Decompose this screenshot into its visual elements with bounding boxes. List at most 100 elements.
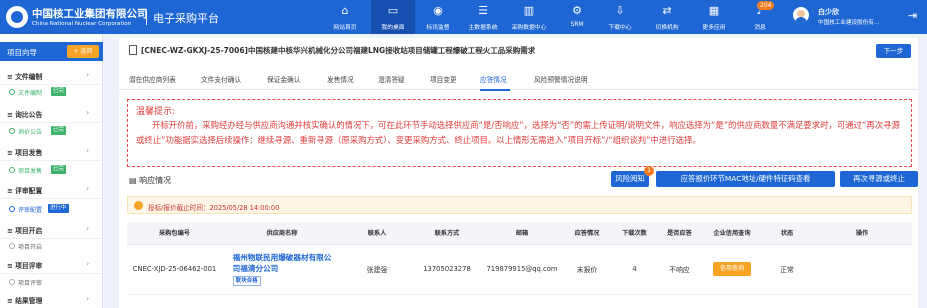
sidebar-group-evaluation[interactable]: ≡ 项目评审 › <box>0 255 103 274</box>
chevron-right-icon: › <box>86 146 90 155</box>
deadline-bar: 投标/报价截止时间：2025/05/28 14:00:00 <box>127 196 912 214</box>
nav-data-center[interactable]: ▥ 采购数据中心 <box>507 0 551 34</box>
resource-or-terminate-button[interactable]: 再次寻源或终止 <box>840 171 918 187</box>
cell-phone: 13705023278 <box>412 244 482 295</box>
col-supplier: 供应商名称 <box>222 222 342 245</box>
tab-deposit[interactable]: 保证金确认 <box>267 74 300 84</box>
tab-bar: 潜在供应商列表 文件支付确认 保证金确认 发售情况 澄清答疑 项目变更 应答情况… <box>119 64 918 91</box>
nav-master-data[interactable]: ☰ 主数据系统 <box>461 0 505 34</box>
home-icon: ⌂ <box>341 4 349 17</box>
response-table: 采购包编号 供应商名称 联系人 联系方式 邮箱 应答情况 下载次数 是否应答 企… <box>127 222 912 295</box>
brand-name-cn: 中国核工业集团有限公司 <box>32 8 148 20</box>
cnnc-logo <box>6 6 28 28</box>
risk-count-badge: 1 <box>644 166 654 176</box>
check-circle-icon <box>9 89 15 95</box>
mac-address-view-button[interactable]: 应答报价环节MAC地址/硬件特征码查看 <box>656 171 835 187</box>
sidebar-item-evaluation[interactable]: 项目评审 <box>0 275 103 289</box>
sidebar-title: 项目向导 <box>7 48 37 57</box>
sidebar-group-review-config[interactable]: ≡ 评审配置 › <box>0 180 103 199</box>
col-operation: 操作 <box>812 222 912 245</box>
col-credit: 企业信用查询 <box>702 222 762 245</box>
tab-sale-status[interactable]: 发售情况 <box>327 74 354 84</box>
chevron-right-icon: › <box>86 294 90 303</box>
tab-risk-warning[interactable]: 风险预警情况说明 <box>534 74 588 84</box>
sidebar: 项目向导 + 返回 ≡ 文件编制 › 文件编制 已完 ≡ 询比公告 › 询价公告 已完 … <box>0 34 103 308</box>
pending-circle-icon <box>9 243 15 249</box>
cell-answered: 不响应 <box>657 244 702 295</box>
sidebar-group-sale[interactable]: ≡ 项目发售 › <box>0 142 103 161</box>
sidebar-header: 项目向导 + 返回 <box>0 42 103 61</box>
deadline-text: 投标/报价截止时间：2025/05/28 14:00:00 <box>148 204 280 212</box>
risk-read-button[interactable]: 风险阅知 <box>611 171 649 187</box>
nav-download[interactable]: ⇩ 下载中心 <box>598 0 642 34</box>
user-org[interactable]: 中国核工业建设股份有… <box>818 18 880 26</box>
list-icon: ▤ <box>129 176 140 185</box>
sidebar-group-file[interactable]: ≡ 文件编制 › <box>0 66 103 85</box>
notice-body: 开标开价前，采购经办经与供应商沟通并核实确认的情况下，可在此环节手动选择供应商“… <box>136 120 900 145</box>
cell-downloads: 4 <box>612 244 657 295</box>
col-status: 状态 <box>762 222 812 245</box>
document-icon <box>129 45 137 55</box>
nav-home[interactable]: ⌂ 网站首页 <box>323 0 367 34</box>
cell-contact: 张建强 <box>342 244 412 295</box>
active-tab-underline <box>480 89 510 91</box>
pending-circle-icon <box>9 279 15 285</box>
page-title: [CNEC-WZ-GKXJ-25-7006]中国核建中核华兴机械化分公司福建LN… <box>141 46 536 55</box>
col-package-no: 采购包编号 <box>127 222 222 245</box>
desktop-icon: ▭ <box>387 4 399 17</box>
chevron-right-icon: › <box>86 224 90 233</box>
sidebar-item-file[interactable]: 文件编制 已完 <box>0 85 103 99</box>
user-name[interactable]: 白少欣 <box>818 7 839 17</box>
sidebar-item-notice[interactable]: 询价公告 已完 <box>0 124 103 138</box>
message-count-badge: 204 <box>757 1 775 10</box>
sidebar-group-opening[interactable]: ≡ 项目开启 › <box>0 220 103 239</box>
nav-srm[interactable]: ⚙ SRM <box>555 0 599 34</box>
header-divider <box>146 10 147 25</box>
check-circle-icon <box>9 167 15 173</box>
chevron-right-icon: › <box>86 70 90 79</box>
notice-title: 温馨提示: <box>136 107 176 117</box>
check-circle-icon <box>9 128 15 134</box>
nav-more-apps[interactable]: ▦ 更多应用 <box>692 0 736 34</box>
credit-query-button[interactable]: 信用查询 <box>713 262 751 276</box>
nav-switch-org[interactable]: ⇄ 切换机构 <box>645 0 689 34</box>
table-row: CNEC-XJD-25-06462-001 福州物联民用爆破器材有限公 司福清分公… <box>127 244 912 295</box>
avatar[interactable] <box>793 7 809 23</box>
supplier-tag: 联块合格 <box>232 276 261 286</box>
chevron-right-icon: › <box>86 108 90 117</box>
tab-response-status[interactable]: 应答情况 <box>480 74 507 84</box>
logout-icon[interactable]: ⇥ <box>908 9 917 22</box>
main-panel: [CNEC-WZ-GKXJ-25-7006]中国核建中核华兴机械化分公司福建LN… <box>119 38 918 308</box>
sidebar-item-sale[interactable]: 项目发售 已完 <box>0 163 103 177</box>
tab-project-change[interactable]: 项目变更 <box>430 74 457 84</box>
tab-file-payment[interactable]: 文件支付确认 <box>201 74 241 84</box>
progress-circle-icon <box>9 206 15 212</box>
download-icon: ⇩ <box>615 4 625 17</box>
notice-box: 温馨提示: 开标开价前，采购经办经与供应商沟通并核实确认的情况下，可在此环节手动… <box>127 99 912 167</box>
chevron-right-icon: › <box>86 259 90 268</box>
table-header-row: 采购包编号 供应商名称 联系人 联系方式 邮箱 应答情况 下载次数 是否应答 企… <box>127 222 912 245</box>
tab-potential-suppliers[interactable]: 潜在供应商列表 <box>129 74 176 84</box>
nav-supervision[interactable]: ◉ 标讯监督 <box>416 0 460 34</box>
section-title: ▤ 响应情况 <box>129 176 172 185</box>
cell-response: 未报价 <box>562 244 612 295</box>
sidebar-item-opening[interactable]: 项目开启 <box>0 239 103 253</box>
cell-supplier[interactable]: 福州物联民用爆破器材有限公 司福清分公司 联块合格 <box>222 244 342 295</box>
col-email: 邮箱 <box>482 222 562 245</box>
grid-icon: ▦ <box>708 4 720 17</box>
clock-icon <box>134 201 143 210</box>
next-step-button[interactable]: 下一步 <box>876 44 911 58</box>
col-contact: 联系人 <box>342 222 412 245</box>
sidebar-group-result[interactable]: ≡ 结果管理 › <box>0 290 103 308</box>
cell-credit: 信用查询 <box>702 244 762 295</box>
col-response: 应答情况 <box>562 222 612 245</box>
tab-clarification[interactable]: 澄清答疑 <box>378 74 405 84</box>
col-downloads: 下载次数 <box>612 222 657 245</box>
cell-email: 719879915@qq.com <box>482 244 562 295</box>
brand-name-en: China National Nuclear Corporation <box>32 21 132 27</box>
sidebar-item-review-config[interactable]: 评审配置 进行中 <box>0 202 103 216</box>
back-button[interactable]: + 返回 <box>67 45 99 58</box>
cell-operation <box>812 244 912 295</box>
nav-desktop[interactable]: ▭ 我的桌面 <box>371 0 415 34</box>
sidebar-group-notice[interactable]: ≡ 询比公告 › <box>0 104 103 123</box>
